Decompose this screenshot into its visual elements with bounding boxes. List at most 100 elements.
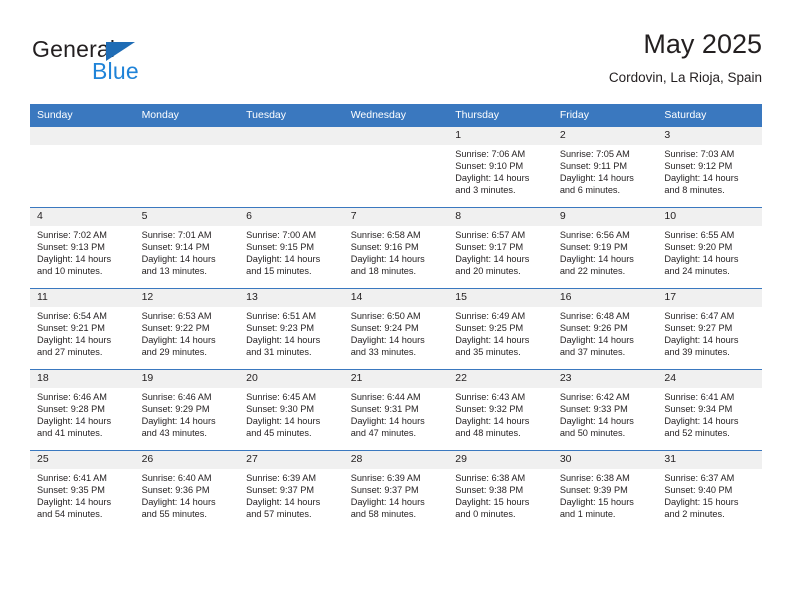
calendar-day-cell[interactable]: 19 Sunrise: 6:46 AM Sunset: 9:29 PM Dayligh…	[134, 369, 240, 451]
general-blue-logo[interactable]: General Blue	[32, 36, 212, 92]
sunrise-text: Sunrise: 7:02 AM	[37, 230, 107, 240]
calendar-day-cell[interactable]: 24 Sunrise: 6:41 AM Sunset: 9:34 PM Dayligh…	[657, 369, 762, 451]
calendar-day-cell[interactable]: 14 Sunrise: 6:50 AM Sunset: 9:24 PM Dayligh…	[343, 288, 449, 370]
day-number: 21	[343, 370, 449, 388]
calendar-day-cell[interactable]: 15 Sunrise: 6:49 AM Sunset: 9:25 PM Dayligh…	[448, 288, 553, 370]
calendar-day-cell[interactable]: 18 Sunrise: 6:46 AM Sunset: 9:28 PM Dayligh…	[30, 369, 135, 451]
calendar-day-cell[interactable]: 16 Sunrise: 6:48 AM Sunset: 9:26 PM Dayligh…	[552, 288, 658, 370]
daylight-text-line2: and 31 minutes.	[246, 347, 312, 358]
daylight-text-line1: Daylight: 14 hours	[37, 335, 112, 346]
sunset-text: Sunset: 9:39 PM	[559, 485, 628, 496]
sunset-text: Sunset: 9:11 PM	[559, 161, 628, 172]
day-details: Sunrise: 6:57 AM Sunset: 9:17 PM Daylight:…	[448, 226, 553, 277]
daylight-text-line1: Daylight: 15 hours	[559, 497, 634, 508]
daylight-text-line1: Daylight: 14 hours	[455, 173, 530, 184]
daylight-text-line2: and 0 minutes.	[455, 509, 516, 520]
day-number: 11	[30, 289, 135, 307]
calendar-day-cell[interactable]: 21 Sunrise: 6:44 AM Sunset: 9:31 PM Dayligh…	[343, 369, 449, 451]
sunrise-text: Sunrise: 6:38 AM	[559, 473, 630, 483]
day-number: 6	[239, 208, 344, 226]
sunrise-text: Sunrise: 7:06 AM	[455, 149, 526, 159]
calendar-day-cell[interactable]: 29 Sunrise: 6:38 AM Sunset: 9:38 PM Dayligh…	[448, 450, 553, 531]
daylight-text-line2: and 24 minutes.	[664, 266, 730, 277]
calendar-day-cell[interactable]: 13 Sunrise: 6:51 AM Sunset: 9:23 PM Dayligh…	[239, 288, 344, 370]
day-number: 7	[343, 208, 449, 226]
calendar-day-cell-empty	[343, 126, 449, 208]
day-details: Sunrise: 6:39 AM Sunset: 9:37 PM Daylight:…	[239, 469, 344, 520]
daylight-text-line2: and 54 minutes.	[37, 509, 103, 520]
calendar-day-cell[interactable]: 23 Sunrise: 6:42 AM Sunset: 9:33 PM Dayligh…	[552, 369, 658, 451]
day-details: Sunrise: 6:45 AM Sunset: 9:30 PM Daylight:…	[239, 388, 344, 439]
day-details: Sunrise: 6:42 AM Sunset: 9:33 PM Daylight:…	[553, 388, 658, 439]
calendar-day-cell[interactable]: 22 Sunrise: 6:43 AM Sunset: 9:32 PM Dayligh…	[448, 369, 553, 451]
day-number: 20	[239, 370, 344, 388]
calendar-day-cell[interactable]: 5 Sunrise: 7:01 AM Sunset: 9:14 PM Daylight…	[134, 207, 240, 289]
sunrise-text: Sunrise: 7:05 AM	[559, 149, 630, 159]
calendar-day-cell[interactable]: 11 Sunrise: 6:54 AM Sunset: 9:21 PM Dayligh…	[30, 288, 135, 370]
daylight-text-line2: and 41 minutes.	[37, 428, 103, 439]
calendar-week-row: 1 Sunrise: 7:06 AM Sunset: 9:10 PM Daylight…	[30, 126, 762, 208]
sunrise-text: Sunrise: 6:46 AM	[141, 392, 212, 402]
calendar-day-cell[interactable]: 25 Sunrise: 6:41 AM Sunset: 9:35 PM Dayligh…	[30, 450, 135, 531]
calendar-day-cell[interactable]: 27 Sunrise: 6:39 AM Sunset: 9:37 PM Dayligh…	[239, 450, 344, 531]
sunrise-text: Sunrise: 6:39 AM	[350, 473, 421, 483]
sunset-text: Sunset: 9:17 PM	[455, 242, 524, 253]
calendar-table: Sunday Monday Tuesday Wednesday Thursday…	[30, 104, 762, 531]
sunset-text: Sunset: 9:14 PM	[141, 242, 210, 253]
day-number: 4	[30, 208, 135, 226]
calendar-day-cell[interactable]: 12 Sunrise: 6:53 AM Sunset: 9:22 PM Dayligh…	[134, 288, 240, 370]
day-details: Sunrise: 6:50 AM Sunset: 9:24 PM Daylight:…	[344, 307, 449, 358]
calendar-day-cell[interactable]: 1 Sunrise: 7:06 AM Sunset: 9:10 PM Daylight…	[448, 126, 553, 208]
sunset-text: Sunset: 9:37 PM	[246, 485, 315, 496]
sunset-text: Sunset: 9:40 PM	[664, 485, 733, 496]
calendar-body: 1 Sunrise: 7:06 AM Sunset: 9:10 PM Daylight…	[30, 126, 762, 531]
day-number: 17	[657, 289, 762, 307]
day-details: Sunrise: 6:41 AM Sunset: 9:34 PM Daylight:…	[657, 388, 762, 439]
calendar-day-cell[interactable]: 26 Sunrise: 6:40 AM Sunset: 9:36 PM Dayligh…	[134, 450, 240, 531]
day-number: 8	[448, 208, 553, 226]
weekday-header-saturday: Saturday	[657, 104, 762, 127]
calendar-day-cell[interactable]: 20 Sunrise: 6:45 AM Sunset: 9:30 PM Dayligh…	[239, 369, 344, 451]
calendar-day-cell[interactable]: 4 Sunrise: 7:02 AM Sunset: 9:13 PM Daylight…	[30, 207, 135, 289]
day-number: 28	[343, 451, 449, 469]
calendar-page: General Blue May 2025 Cordovin, La Rioja…	[0, 0, 792, 612]
daylight-text-line2: and 39 minutes.	[664, 347, 730, 358]
day-details: Sunrise: 6:47 AM Sunset: 9:27 PM Daylight:…	[657, 307, 762, 358]
day-details: Sunrise: 6:40 AM Sunset: 9:36 PM Daylight:…	[135, 469, 240, 520]
sunrise-text: Sunrise: 6:57 AM	[455, 230, 526, 240]
sunset-text: Sunset: 9:23 PM	[246, 323, 315, 334]
day-number: 10	[657, 208, 762, 226]
daylight-text-line2: and 57 minutes.	[246, 509, 312, 520]
calendar-day-cell[interactable]: 28 Sunrise: 6:39 AM Sunset: 9:37 PM Dayligh…	[343, 450, 449, 531]
day-number	[239, 127, 344, 145]
calendar-day-cell[interactable]: 17 Sunrise: 6:47 AM Sunset: 9:27 PM Dayligh…	[657, 288, 762, 370]
page-header: General Blue May 2025 Cordovin, La Rioja…	[30, 28, 762, 100]
daylight-text-line1: Daylight: 14 hours	[664, 173, 739, 184]
daylight-text-line2: and 6 minutes.	[559, 185, 621, 196]
calendar-day-cell[interactable]: 10 Sunrise: 6:55 AM Sunset: 9:20 PM Dayligh…	[657, 207, 762, 289]
calendar-day-cell[interactable]: 30 Sunrise: 6:38 AM Sunset: 9:39 PM Dayligh…	[552, 450, 658, 531]
calendar-day-cell[interactable]: 31 Sunrise: 6:37 AM Sunset: 9:40 PM Dayligh…	[657, 450, 762, 531]
day-details: Sunrise: 6:37 AM Sunset: 9:40 PM Daylight:…	[657, 469, 762, 520]
day-number	[30, 127, 135, 145]
sunset-text: Sunset: 9:31 PM	[350, 404, 419, 415]
sunset-text: Sunset: 9:30 PM	[246, 404, 315, 415]
daylight-text-line2: and 52 minutes.	[664, 428, 730, 439]
day-details: Sunrise: 7:05 AM Sunset: 9:11 PM Daylight:…	[553, 145, 658, 196]
day-details: Sunrise: 7:06 AM Sunset: 9:10 PM Daylight:…	[448, 145, 553, 196]
daylight-text-line2: and 15 minutes.	[246, 266, 312, 277]
daylight-text-line1: Daylight: 14 hours	[559, 335, 634, 346]
calendar-day-cell[interactable]: 2 Sunrise: 7:05 AM Sunset: 9:11 PM Daylight…	[552, 126, 658, 208]
calendar-day-cell[interactable]: 6 Sunrise: 7:00 AM Sunset: 9:15 PM Daylight…	[239, 207, 344, 289]
daylight-text-line1: Daylight: 14 hours	[246, 497, 321, 508]
sunrise-text: Sunrise: 6:51 AM	[246, 311, 317, 321]
calendar-day-cell[interactable]: 7 Sunrise: 6:58 AM Sunset: 9:16 PM Daylight…	[343, 207, 449, 289]
calendar-day-cell[interactable]: 3 Sunrise: 7:03 AM Sunset: 9:12 PM Daylight…	[657, 126, 762, 208]
day-number: 19	[134, 370, 240, 388]
sunrise-text: Sunrise: 6:45 AM	[246, 392, 317, 402]
daylight-text-line2: and 10 minutes.	[37, 266, 103, 277]
sunrise-text: Sunrise: 6:50 AM	[350, 311, 421, 321]
calendar-day-cell[interactable]: 9 Sunrise: 6:56 AM Sunset: 9:19 PM Daylight…	[552, 207, 658, 289]
calendar-day-cell[interactable]: 8 Sunrise: 6:57 AM Sunset: 9:17 PM Daylight…	[448, 207, 553, 289]
daylight-text-line1: Daylight: 14 hours	[246, 335, 321, 346]
